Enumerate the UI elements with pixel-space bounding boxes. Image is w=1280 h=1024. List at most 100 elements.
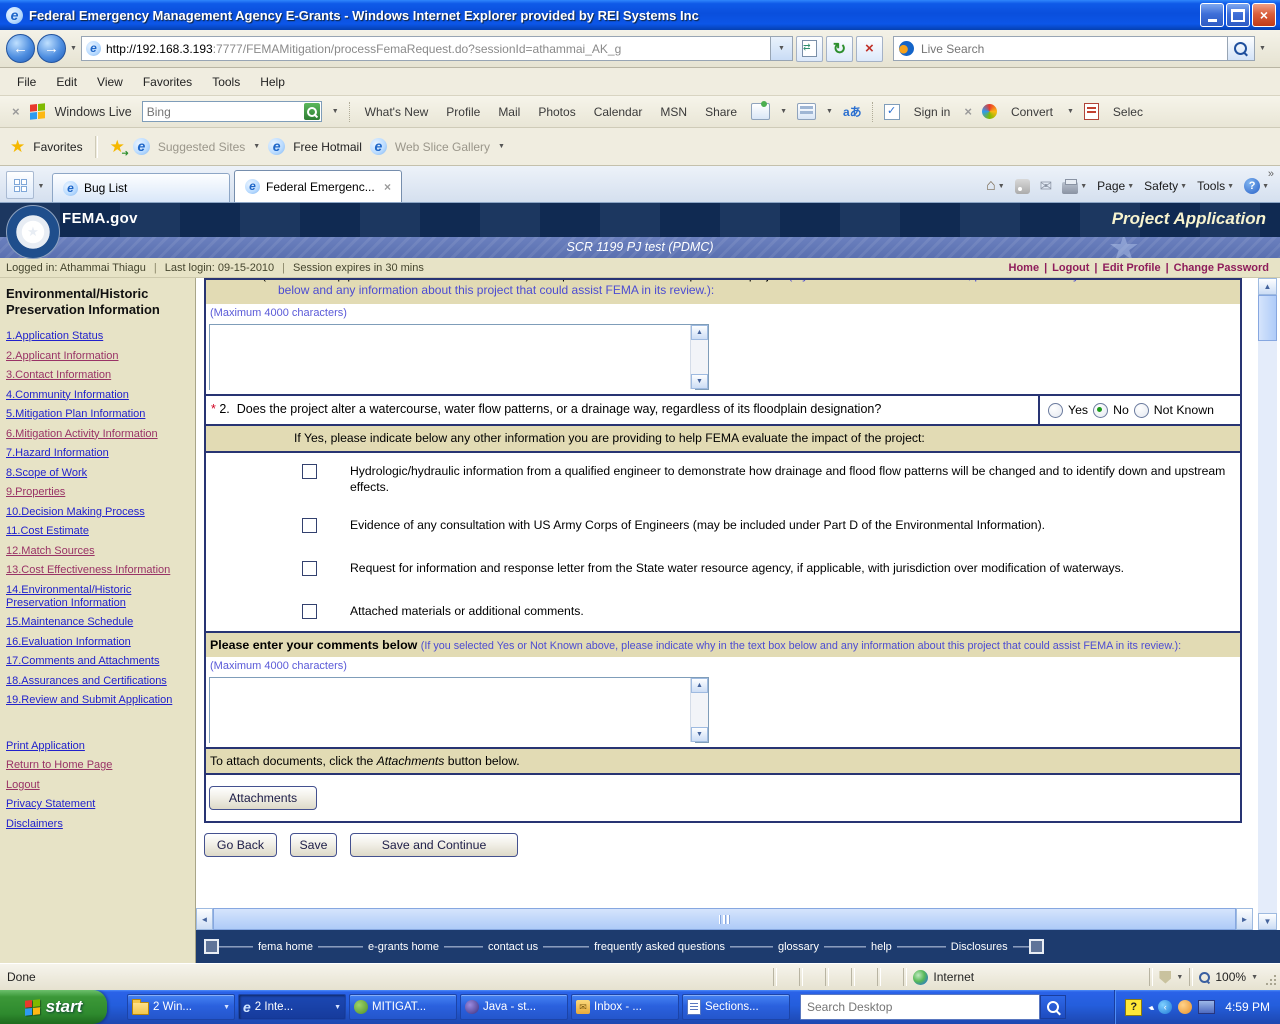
taskbar-clock[interactable]: 4:59 PM	[1225, 1000, 1270, 1014]
sidebar-item-application-status[interactable]: 1.Application Status	[6, 330, 191, 343]
sign-in-link[interactable]: Sign in	[910, 105, 955, 119]
menu-edit[interactable]: Edit	[47, 72, 86, 92]
form-fill-chevron[interactable]	[826, 108, 833, 115]
radio-no[interactable]	[1093, 402, 1109, 418]
menu-view[interactable]: View	[88, 72, 132, 92]
sidebar-item-match-sources[interactable]: 12.Match Sources	[6, 545, 191, 558]
task-inbox[interactable]: ✉ Inbox - ...	[571, 994, 679, 1020]
link-whats-new[interactable]: What's New	[361, 105, 433, 119]
form-fill-icon[interactable]	[797, 103, 817, 120]
back-button[interactable]	[6, 34, 35, 63]
address-dropdown-button[interactable]	[770, 36, 793, 61]
web-slice-button[interactable]: Web Slice Gallery	[395, 140, 490, 154]
task-windows-group[interactable]: 2 Win...	[127, 994, 235, 1020]
link-mail[interactable]: Mail	[494, 105, 524, 119]
favorites-button[interactable]: Favorites	[33, 140, 82, 154]
sidebar-link-disclaimers[interactable]: Disclaimers	[6, 818, 191, 831]
add-favorite-icon[interactable]	[110, 137, 130, 159]
vertical-scrollbar[interactable]	[1258, 278, 1277, 930]
tray-network-icon[interactable]	[1198, 1000, 1216, 1014]
convert-chevron[interactable]	[1067, 108, 1074, 115]
free-hotmail-button[interactable]: Free Hotmail	[293, 140, 362, 154]
toolbar-overflow-chevron[interactable]	[1268, 168, 1274, 180]
scroll-left-icon[interactable]	[196, 908, 213, 930]
print-button[interactable]	[1059, 177, 1090, 196]
link-share[interactable]: Share	[701, 105, 741, 119]
question2-comments-textarea[interactable]	[210, 678, 695, 746]
sidebar-link-privacy[interactable]: Privacy Statement	[6, 798, 191, 811]
sidebar-item-properties[interactable]: 9.Properties	[6, 486, 191, 499]
attachments-button[interactable]: Attachments	[209, 786, 317, 810]
sidebar-item-maintenance-schedule[interactable]: 15.Maintenance Schedule	[6, 616, 191, 629]
minimize-button[interactable]	[1200, 3, 1224, 27]
logout-link[interactable]: Logout	[1047, 262, 1094, 274]
photos-tool-icon[interactable]	[751, 101, 771, 120]
task-java[interactable]: Java - st...	[460, 994, 568, 1020]
feeds-button[interactable]	[1012, 177, 1033, 196]
scroll-down-icon[interactable]	[691, 374, 708, 389]
protected-mode-panel[interactable]	[1159, 964, 1183, 990]
window-titlebar[interactable]: e Federal Emergency Management Agency E-…	[0, 0, 1280, 30]
task-sections[interactable]: Sections...	[682, 994, 790, 1020]
bing-search-input[interactable]	[142, 103, 304, 120]
maximize-button[interactable]	[1226, 3, 1250, 27]
tab-list-chevron[interactable]	[34, 173, 48, 199]
scroll-right-icon[interactable]	[1236, 908, 1253, 930]
sidebar-item-comments-attachments[interactable]: 17.Comments and Attachments	[6, 655, 191, 668]
scroll-down-icon[interactable]	[1258, 913, 1277, 930]
select-link[interactable]: Selec	[1109, 105, 1147, 119]
convert-link[interactable]: Convert	[1007, 105, 1057, 119]
sidebar-item-review-submit[interactable]: 19.Review and Submit Application	[6, 694, 191, 707]
task-internet-group[interactable]: e 2 Inte...	[238, 994, 346, 1020]
sidebar-item-mitigation-plan[interactable]: 5.Mitigation Plan Information	[6, 408, 191, 421]
desktop-search-input[interactable]	[800, 994, 1040, 1020]
suggested-sites-button[interactable]: Suggested Sites	[158, 140, 245, 154]
sidebar-link-print-application[interactable]: Print Application	[6, 740, 191, 753]
tab-federal-emergency[interactable]: e Federal Emergenc...	[234, 170, 402, 202]
resize-grip[interactable]	[1264, 973, 1278, 987]
save-and-continue-button[interactable]: Save and Continue	[350, 833, 518, 857]
recent-pages-chevron[interactable]	[70, 45, 77, 52]
sidebar-item-community-information[interactable]: 4.Community Information	[6, 389, 191, 402]
scroll-up-icon[interactable]	[691, 325, 708, 340]
tab-bug-list[interactable]: e Bug List	[52, 173, 230, 202]
translate-icon[interactable]: aあ	[843, 103, 862, 120]
home-button[interactable]	[983, 175, 1008, 197]
quick-tabs-button[interactable]	[6, 171, 34, 199]
toolbar-close-icon[interactable]	[12, 104, 20, 119]
link-calendar[interactable]: Calendar	[590, 105, 647, 119]
suggested-sites-chevron[interactable]	[253, 143, 260, 150]
address-field[interactable]: e http://192.168.3.193:7777/FEMAMitigati…	[80, 36, 771, 61]
sidebar-item-cost-estimate[interactable]: 11.Cost Estimate	[6, 525, 191, 538]
compatibility-view-button[interactable]	[795, 35, 823, 62]
checkbox-army-corps[interactable]	[302, 518, 317, 533]
tray-clock-icon[interactable]	[1178, 1000, 1193, 1014]
menu-favorites[interactable]: Favorites	[134, 72, 201, 92]
scroll-down-icon[interactable]	[691, 727, 708, 742]
menu-help[interactable]: Help	[251, 72, 294, 92]
live-search-box[interactable]	[892, 36, 1228, 61]
refresh-button[interactable]	[825, 35, 853, 62]
link-photos[interactable]: Photos	[534, 105, 579, 119]
question1-comments-textarea[interactable]	[210, 325, 695, 393]
checkbox-attached-materials[interactable]	[302, 604, 317, 619]
search-options-chevron[interactable]	[1255, 36, 1270, 61]
link-msn[interactable]: MSN	[656, 105, 691, 119]
photos-tool-chevron[interactable]	[780, 108, 787, 115]
bing-search-box[interactable]	[141, 101, 322, 122]
link-profile[interactable]: Profile	[442, 105, 484, 119]
toolbar-close-icon-2[interactable]	[964, 104, 972, 119]
start-button[interactable]: start	[0, 990, 107, 1024]
textarea-scrollbar[interactable]	[690, 325, 708, 389]
radio-not-known[interactable]	[1133, 402, 1149, 418]
sidebar-item-contact-information[interactable]: 3.Contact Information	[6, 369, 191, 382]
footer-link-glossary[interactable]: glossary	[773, 941, 824, 953]
radio-yes[interactable]	[1048, 402, 1063, 418]
sidebar-item-hazard-information[interactable]: 7.Hazard Information	[6, 447, 191, 460]
footer-link-contact-us[interactable]: contact us	[483, 941, 543, 953]
page-menu-button[interactable]: Page	[1094, 177, 1137, 195]
bing-search-chevron[interactable]	[332, 108, 339, 115]
footer-link-egrants-home[interactable]: e-grants home	[363, 941, 444, 953]
hidden-icons-chevron[interactable]	[1148, 1003, 1152, 1012]
scroll-up-icon[interactable]	[1258, 278, 1277, 295]
